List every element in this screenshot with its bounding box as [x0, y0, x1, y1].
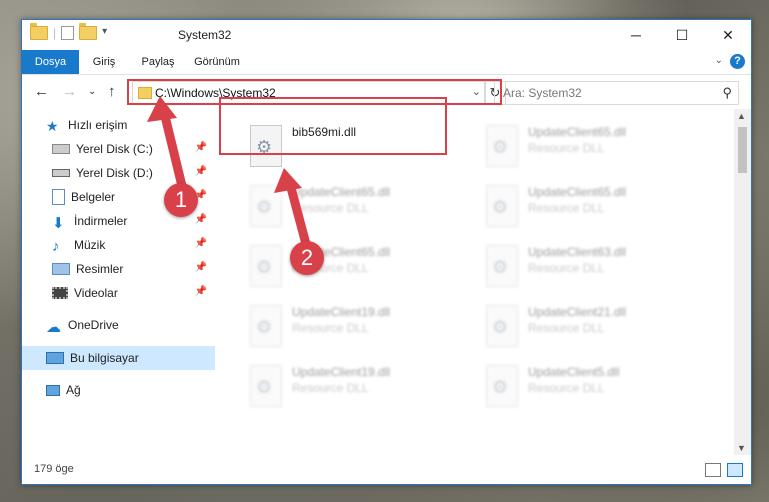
annotation-arrows	[147, 96, 311, 249]
step-2-badge: 2	[290, 241, 324, 275]
step-1-badge: 1	[164, 183, 198, 217]
